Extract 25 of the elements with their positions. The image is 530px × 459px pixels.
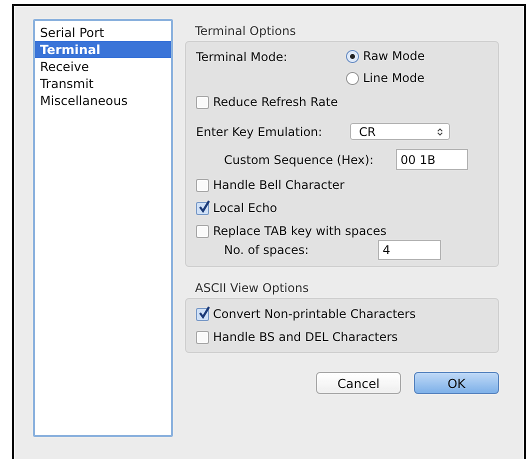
spaces-label: No. of spaces:	[223, 243, 309, 257]
radio-button[interactable]: Line Mode	[346, 71, 425, 85]
custom-sequence-field[interactable]: 00 1B	[396, 149, 468, 170]
section-title: Terminal Options	[194, 23, 297, 40]
checkbox[interactable]: Handle Bell Character	[196, 178, 344, 192]
section-title: ASCII View Options	[194, 280, 310, 297]
category-item[interactable]: Serial Port	[35, 24, 171, 41]
checkbox[interactable]: Convert Non-printable Characters	[196, 307, 416, 321]
category-item[interactable]: Transmit	[35, 75, 171, 92]
spaces-field[interactable]: 4	[378, 240, 441, 260]
checkbox[interactable]: Replace TAB key with spaces	[196, 224, 386, 238]
terminal-mode-label: Terminal Mode:	[196, 50, 288, 64]
category-item[interactable]: Terminal	[35, 41, 171, 58]
category-item[interactable]: Receive	[35, 58, 171, 75]
updown-icon	[437, 126, 443, 136]
enter-key-select[interactable]: CR	[350, 123, 450, 140]
cancel-button[interactable]: Cancel	[316, 372, 401, 394]
enter-key-label: Enter Key Emulation:	[196, 124, 324, 138]
category-item[interactable]: Miscellaneous	[35, 92, 171, 109]
checkbox[interactable]: Local Echo	[196, 201, 278, 215]
checkbox[interactable]: Reduce Refresh Rate	[196, 95, 338, 109]
radio-button[interactable]: Raw Mode	[346, 49, 425, 63]
checkbox[interactable]: Handle BS and DEL Characters	[196, 330, 398, 344]
ok-button[interactable]: OK	[414, 372, 499, 394]
custom-sequence-label: Custom Sequence (Hex):	[223, 152, 374, 166]
